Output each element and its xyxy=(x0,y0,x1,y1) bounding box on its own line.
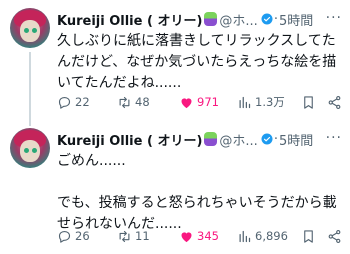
share-icon xyxy=(328,95,341,109)
avatar-eye xyxy=(32,148,37,153)
action-bar: 26 11 345 6,896 xyxy=(57,228,350,244)
tweet[interactable]: Kureiji Ollie ( オリー) @ホ... · 5時間 ··· ごめん… xyxy=(0,120,350,254)
avatar-face xyxy=(20,20,40,42)
action-bar: 22 48 971 1.3万 xyxy=(57,94,350,110)
like-count: 345 xyxy=(197,229,219,243)
reply-count: 26 xyxy=(75,229,90,243)
avatar-face xyxy=(20,140,40,162)
thread-line xyxy=(29,52,31,126)
tweet-text: 久しぶりに紙に落書きしてリラックスしてたんだけど、なぜか気づいたらえっちな絵を描… xyxy=(57,33,337,91)
avatar-eye xyxy=(32,28,37,33)
reply-count: 22 xyxy=(75,95,90,109)
retweet-icon xyxy=(119,230,130,242)
avatar-eye xyxy=(24,28,29,33)
more-options-button[interactable]: ··· xyxy=(326,130,342,146)
verified-badge-icon xyxy=(261,13,273,25)
retweet-count: 11 xyxy=(135,229,150,243)
view-count: 1.3万 xyxy=(255,95,285,109)
heart-filled-icon xyxy=(181,231,192,242)
bookmark-button[interactable] xyxy=(301,229,327,244)
bookmark-icon xyxy=(304,95,313,109)
views-button[interactable]: 6,896 xyxy=(237,229,301,244)
timestamp[interactable]: 5時間 xyxy=(279,130,313,149)
author-handle[interactable]: @ホ... xyxy=(219,10,257,29)
heart-filled-icon xyxy=(181,97,192,108)
bookmark-button[interactable] xyxy=(301,95,327,110)
reply-icon xyxy=(58,230,71,243)
reply-button[interactable]: 26 xyxy=(57,229,117,244)
like-button[interactable]: 345 xyxy=(179,229,237,244)
author-handle[interactable]: @ホ... xyxy=(219,130,257,149)
reply-icon xyxy=(58,96,71,109)
share-icon xyxy=(328,229,341,243)
views-button[interactable]: 1.3万 xyxy=(237,94,301,110)
tweet-text: ごめん...... でも、投稿すると怒られちゃいそうだから載せられないんだ...… xyxy=(57,153,337,232)
zombie-emoji-icon xyxy=(204,132,218,146)
separator-dot: · xyxy=(273,131,278,147)
share-button[interactable] xyxy=(327,95,345,110)
verified-badge-icon xyxy=(261,133,273,145)
bookmark-icon xyxy=(304,229,313,243)
tweet-header: Kureiji Ollie ( オリー) @ホ... · 5時間 xyxy=(57,10,313,29)
view-count: 6,896 xyxy=(255,229,288,243)
like-button[interactable]: 971 xyxy=(179,95,237,110)
author-name[interactable]: Kureiji Ollie ( オリー) xyxy=(57,130,202,149)
author-name[interactable]: Kureiji Ollie ( オリー) xyxy=(57,10,202,29)
views-chart-icon xyxy=(239,230,251,242)
more-options-button[interactable]: ··· xyxy=(326,10,342,26)
share-button[interactable] xyxy=(327,229,345,244)
timestamp[interactable]: 5時間 xyxy=(279,10,313,29)
retweet-count: 48 xyxy=(135,95,150,109)
views-chart-icon xyxy=(239,96,251,108)
tweet[interactable]: Kureiji Ollie ( オリー) @ホ... · 5時間 ··· 久しぶ… xyxy=(0,0,350,126)
retweet-icon xyxy=(119,96,130,108)
retweet-button[interactable]: 48 xyxy=(117,95,179,110)
retweet-button[interactable]: 11 xyxy=(117,229,179,244)
avatar[interactable] xyxy=(10,128,50,168)
like-count: 971 xyxy=(197,95,219,109)
avatar[interactable] xyxy=(10,8,50,48)
tweet-header: Kureiji Ollie ( オリー) @ホ... · 5時間 xyxy=(57,130,313,149)
reply-button[interactable]: 22 xyxy=(57,95,117,110)
separator-dot: · xyxy=(273,11,278,27)
zombie-emoji-icon xyxy=(204,12,218,26)
avatar-eye xyxy=(24,148,29,153)
